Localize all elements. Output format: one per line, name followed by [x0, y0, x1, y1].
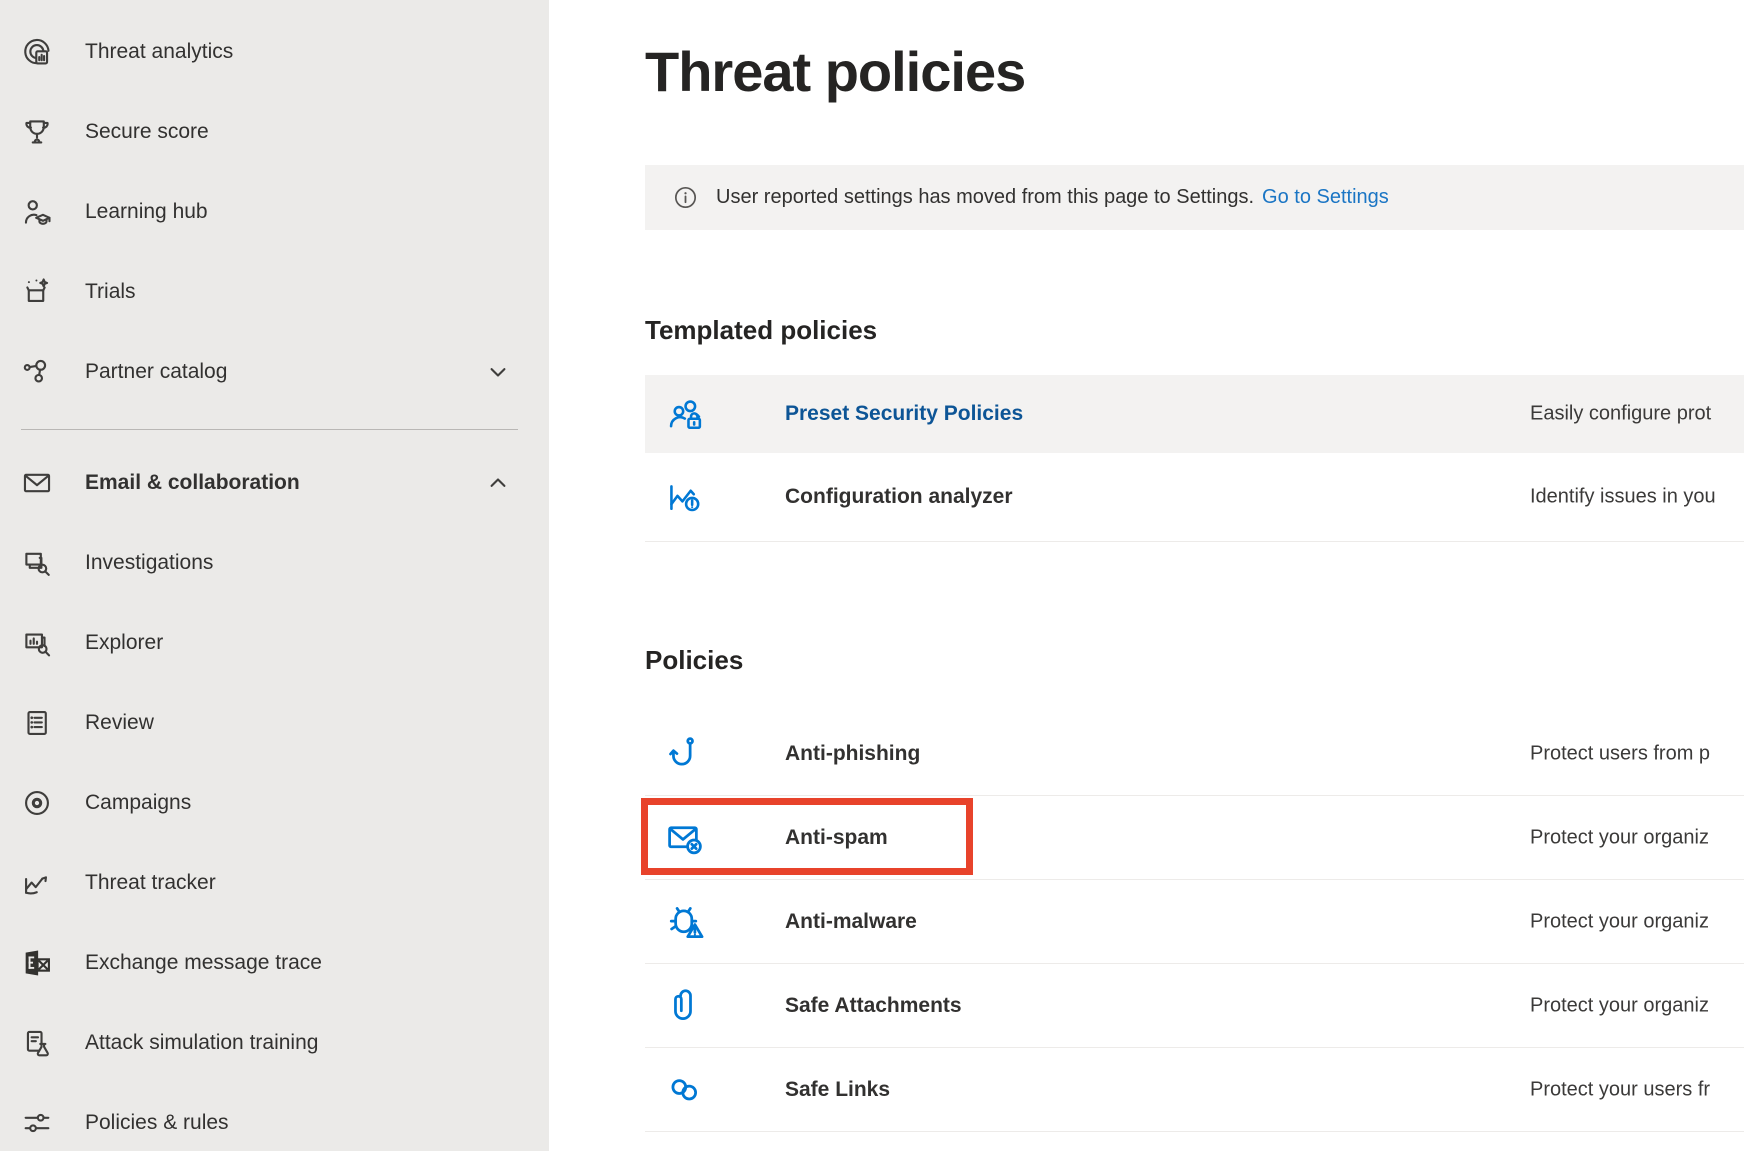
section-heading-templated-policies: Templated policies — [645, 312, 877, 348]
row-label[interactable]: Safe Attachments — [785, 994, 962, 1018]
row-label[interactable]: Safe Links — [785, 1078, 890, 1102]
row-description: Protect users from p — [1530, 742, 1710, 765]
investigations-icon — [20, 546, 54, 580]
sidebar-item-label: Learning hub — [85, 200, 208, 224]
sidebar-item-learning-hub[interactable]: Learning hub — [0, 172, 549, 252]
sidebar-item-trials[interactable]: Trials — [0, 252, 549, 332]
page-title: Threat policies — [645, 40, 1025, 104]
row-description: Identify issues in you — [1530, 486, 1716, 509]
anti-phishing-icon — [663, 732, 707, 776]
partner-catalog-icon — [20, 355, 54, 389]
safe-attachments-icon — [663, 984, 707, 1028]
sidebar-item-threat-analytics[interactable]: Threat analytics — [0, 12, 549, 92]
explorer-icon — [20, 626, 54, 660]
sidebar-item-secure-score[interactable]: Secure score — [0, 92, 549, 172]
row-label[interactable]: Preset Security Policies — [785, 402, 1023, 426]
sidebar: Threat analytics Secure score Learning h… — [0, 0, 549, 1151]
sidebar-item-label: Investigations — [85, 551, 213, 575]
row-anti-spam[interactable]: Anti-spam Protect your organiz — [645, 796, 1744, 880]
info-banner: User reported settings has moved from th… — [645, 165, 1744, 230]
section-heading-policies: Policies — [645, 642, 743, 678]
sidebar-item-investigations[interactable]: Investigations — [0, 523, 549, 603]
sidebar-item-exchange-message-trace[interactable]: Exchange message trace — [0, 923, 549, 1003]
go-to-settings-link[interactable]: Go to Settings — [1262, 186, 1389, 209]
banner-message: User reported settings has moved from th… — [716, 186, 1254, 209]
chevron-down-icon[interactable] — [484, 358, 512, 386]
sidebar-item-explorer[interactable]: Explorer — [0, 603, 549, 683]
secure-score-icon — [20, 115, 54, 149]
preset-security-policies-icon — [663, 392, 707, 436]
sidebar-item-label: Threat analytics — [85, 40, 233, 64]
row-configuration-analyzer[interactable]: Configuration analyzer Identify issues i… — [645, 453, 1744, 542]
sidebar-item-label: Partner catalog — [85, 360, 227, 384]
row-anti-phishing[interactable]: Anti-phishing Protect users from p — [645, 712, 1744, 796]
review-icon — [20, 706, 54, 740]
sidebar-item-campaigns[interactable]: Campaigns — [0, 763, 549, 843]
row-anti-malware[interactable]: Anti-malware Protect your organiz — [645, 880, 1744, 964]
row-safe-attachments[interactable]: Safe Attachments Protect your organiz — [645, 964, 1744, 1048]
trials-icon — [20, 275, 54, 309]
sidebar-item-partner-catalog[interactable]: Partner catalog — [0, 332, 549, 412]
row-description: Protect your organiz — [1530, 994, 1709, 1017]
sidebar-item-review[interactable]: Review — [0, 683, 549, 763]
row-description: Protect your users fr — [1530, 1078, 1710, 1101]
row-description: Easily configure prot — [1530, 403, 1711, 426]
sidebar-item-label: Attack simulation training — [85, 1031, 318, 1055]
sidebar-item-label: Policies & rules — [85, 1111, 229, 1135]
sidebar-item-label: Threat tracker — [85, 871, 216, 895]
main-content: Threat policies User reported settings h… — [549, 0, 1744, 1151]
sidebar-item-policies-rules[interactable]: Policies & rules — [0, 1083, 549, 1163]
row-description: Protect your organiz — [1530, 910, 1709, 933]
chevron-up-icon[interactable] — [484, 469, 512, 497]
info-icon — [672, 184, 699, 211]
anti-spam-icon — [663, 816, 707, 860]
sidebar-item-label: Explorer — [85, 631, 163, 655]
threat-analytics-icon — [20, 35, 54, 69]
sidebar-item-attack-simulation-training[interactable]: Attack simulation training — [0, 1003, 549, 1083]
row-label[interactable]: Anti-malware — [785, 910, 917, 934]
row-label[interactable]: Anti-spam — [785, 826, 888, 850]
attack-simulation-training-icon — [20, 1026, 54, 1060]
sidebar-item-label: Email & collaboration — [85, 471, 300, 495]
sidebar-item-label: Review — [85, 711, 154, 735]
safe-links-icon — [663, 1068, 707, 1112]
row-label[interactable]: Anti-phishing — [785, 742, 920, 766]
learning-hub-icon — [20, 195, 54, 229]
row-preset-security-policies[interactable]: Preset Security Policies Easily configur… — [645, 375, 1744, 453]
sidebar-item-threat-tracker[interactable]: Threat tracker — [0, 843, 549, 923]
sidebar-item-label: Secure score — [85, 120, 209, 144]
row-safe-links[interactable]: Safe Links Protect your users fr — [645, 1048, 1744, 1132]
configuration-analyzer-icon — [663, 475, 707, 519]
sidebar-item-label: Trials — [85, 280, 136, 304]
policies-rules-icon — [20, 1106, 54, 1140]
sidebar-item-label: Campaigns — [85, 791, 191, 815]
sidebar-item-email-collaboration[interactable]: Email & collaboration — [0, 443, 549, 523]
anti-malware-icon — [663, 900, 707, 944]
threat-tracker-icon — [20, 866, 54, 900]
email-collaboration-icon — [20, 466, 54, 500]
sidebar-divider — [21, 429, 518, 430]
policies-list: Anti-phishing Protect users from p Anti-… — [645, 712, 1744, 1132]
sidebar-item-label: Exchange message trace — [85, 951, 322, 975]
row-label[interactable]: Configuration analyzer — [785, 485, 1013, 509]
exchange-message-trace-icon — [20, 946, 54, 980]
templated-policies-list: Preset Security Policies Easily configur… — [645, 375, 1744, 542]
campaigns-icon — [20, 786, 54, 820]
row-description: Protect your organiz — [1530, 826, 1709, 849]
